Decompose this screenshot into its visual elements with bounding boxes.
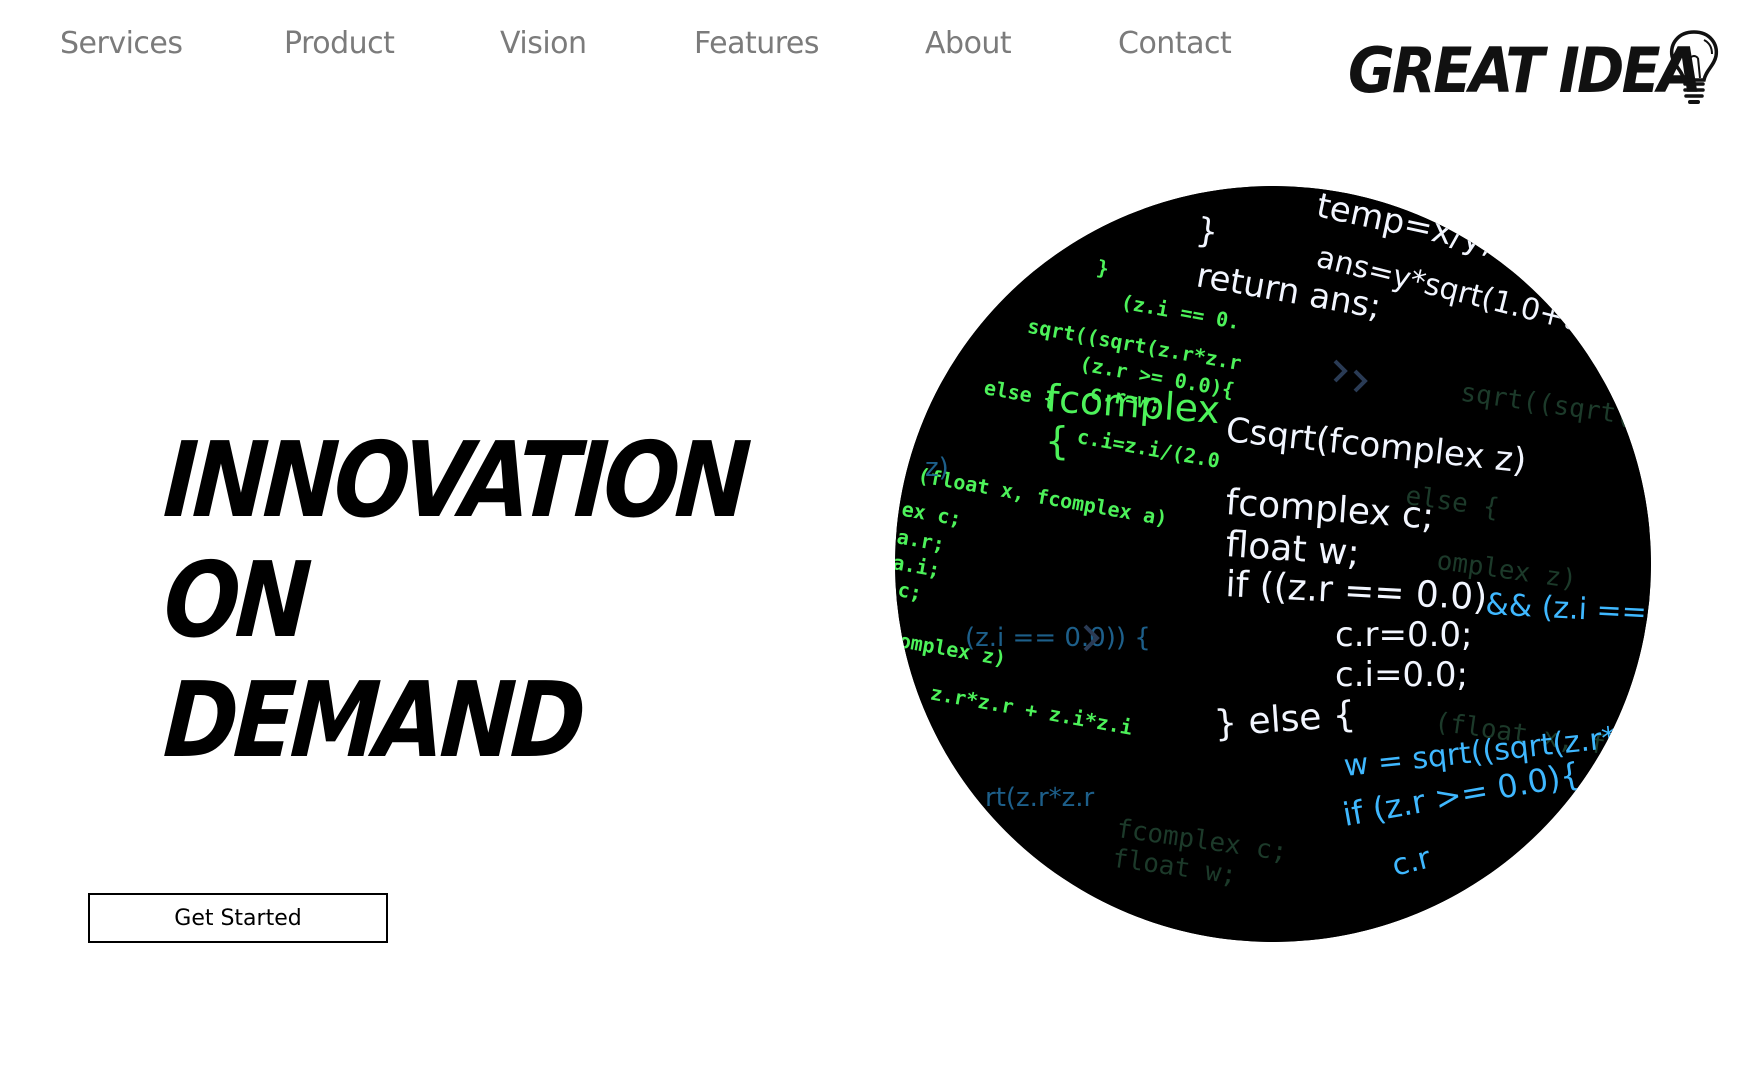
code-screen-svg: sqrt((sqrt(z.r*z.r else { omplex z) (flo… <box>895 186 1651 942</box>
nav-features-link[interactable]: Features <box>694 26 820 61</box>
get-started-button[interactable]: Get Started <box>88 893 388 943</box>
brand-logo[interactable]: GREAT IDEA <box>1348 26 1728 116</box>
headline-line-3: DEMAND <box>160 659 585 781</box>
cyan-dim-rt: rt(z.r*z.r <box>985 783 1095 813</box>
cyan-dim-zi: (z.i == 0.0)) { <box>965 623 1151 653</box>
code-open-brace: { <box>1045 419 1069 463</box>
headline-line-1: INNOVATION <box>160 419 750 541</box>
green-code-c: c; <box>896 577 924 605</box>
landing-page: Services Product Vision Features About C… <box>0 0 1752 1084</box>
code-screen-image: sqrt((sqrt(z.r*z.r else { omplex z) (flo… <box>895 186 1651 942</box>
nav-contact-link[interactable]: Contact <box>1118 26 1232 61</box>
nav-about-link[interactable]: About <box>925 26 1012 61</box>
cyan-dim-z2: z) <box>925 453 949 483</box>
logo-text: GREAT IDEA <box>1348 34 1702 107</box>
headline-line-2: ON <box>160 539 311 661</box>
lightbulb-icon <box>1669 30 1719 104</box>
nav-services-link[interactable]: Services <box>60 26 183 61</box>
code-cr: c.r=0.0; <box>1335 615 1473 655</box>
hero-headline: INNOVATION ON DEMAND <box>161 419 750 781</box>
nav-vision-link[interactable]: Vision <box>500 26 587 61</box>
code-ci: c.i=0.0; <box>1335 655 1468 695</box>
nav-product-link[interactable]: Product <box>284 26 395 61</box>
